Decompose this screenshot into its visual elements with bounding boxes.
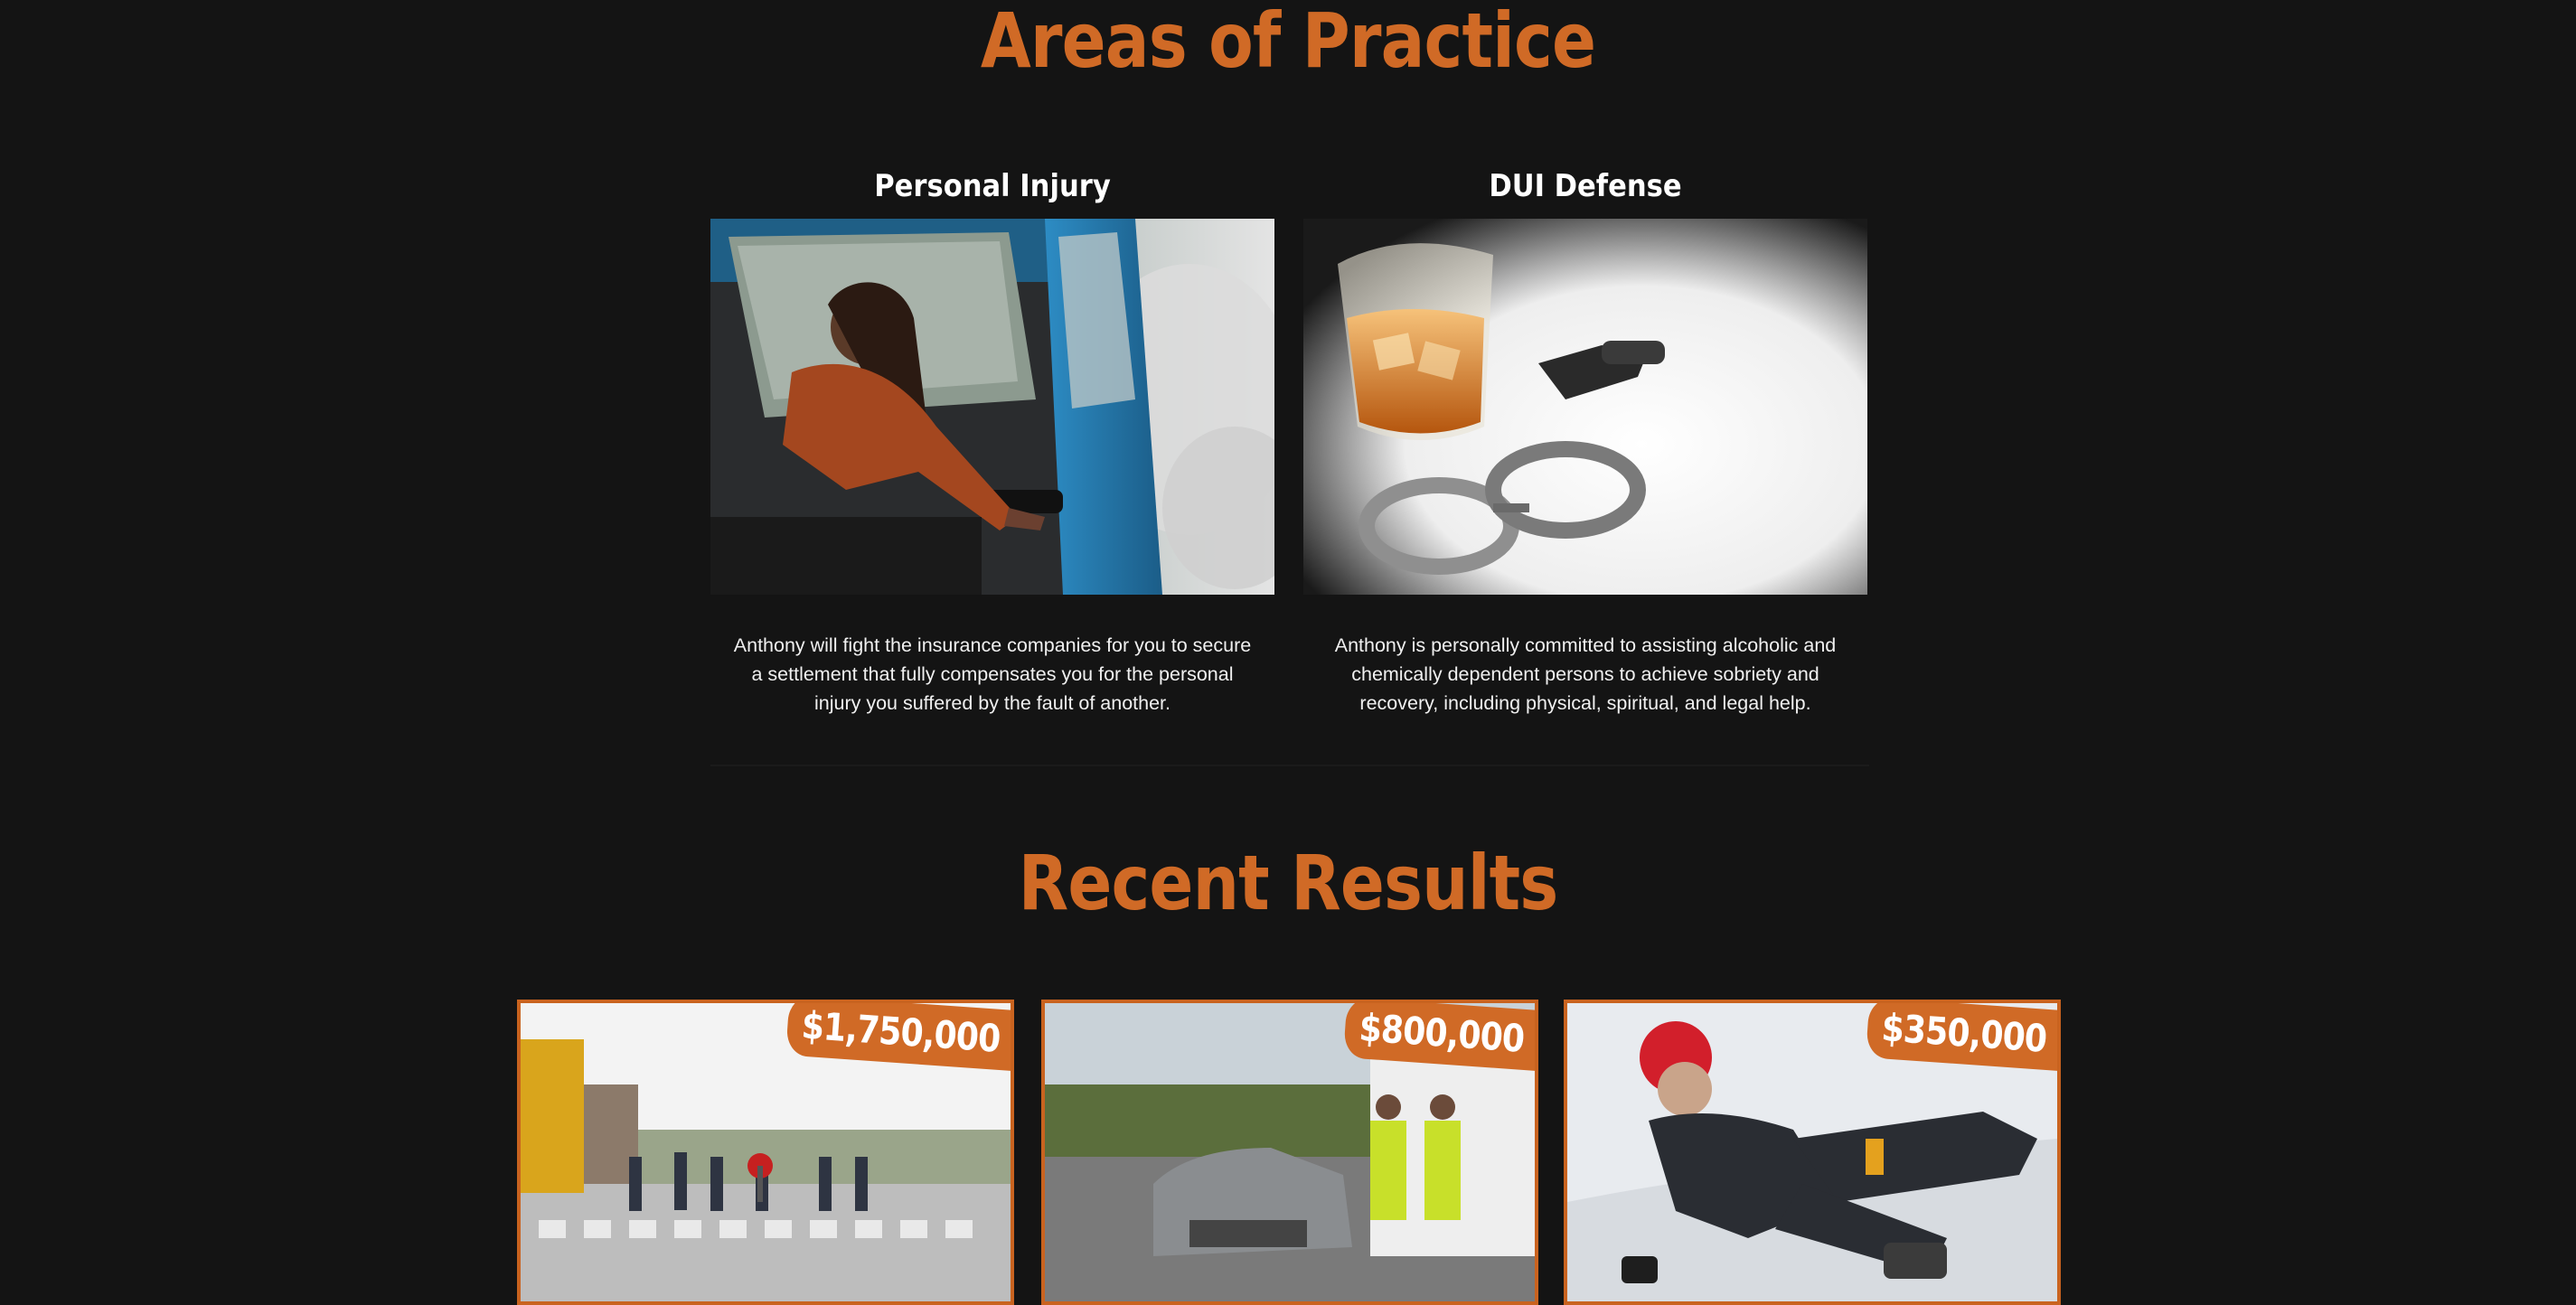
areas-of-practice-title: Areas of Practice (980, 0, 1596, 85)
result-card[interactable]: $350,000 (1564, 1000, 2061, 1305)
practice-description: Anthony is personally committed to assis… (1334, 634, 1837, 714)
recent-results-title: Recent Results (1018, 839, 1559, 927)
practice-card-dui-defense: DUI Defense Anthony is personally commit… (1303, 163, 1867, 737)
practice-card-personal-injury: Personal Injury Anthony will fight the i… (710, 163, 1274, 737)
practice-heading: Personal Injury (874, 168, 1111, 204)
practice-heading: DUI Defense (1489, 168, 1682, 204)
section-divider (710, 765, 1869, 766)
car-accident-photo[interactable] (710, 219, 1274, 595)
practice-description: Anthony will fight the insurance compani… (733, 634, 1252, 714)
result-card[interactable]: $1,750,000 (517, 1000, 1014, 1305)
result-card[interactable]: $800,000 (1041, 1000, 1538, 1305)
whiskey-keys-handcuffs-photo[interactable] (1303, 219, 1867, 595)
